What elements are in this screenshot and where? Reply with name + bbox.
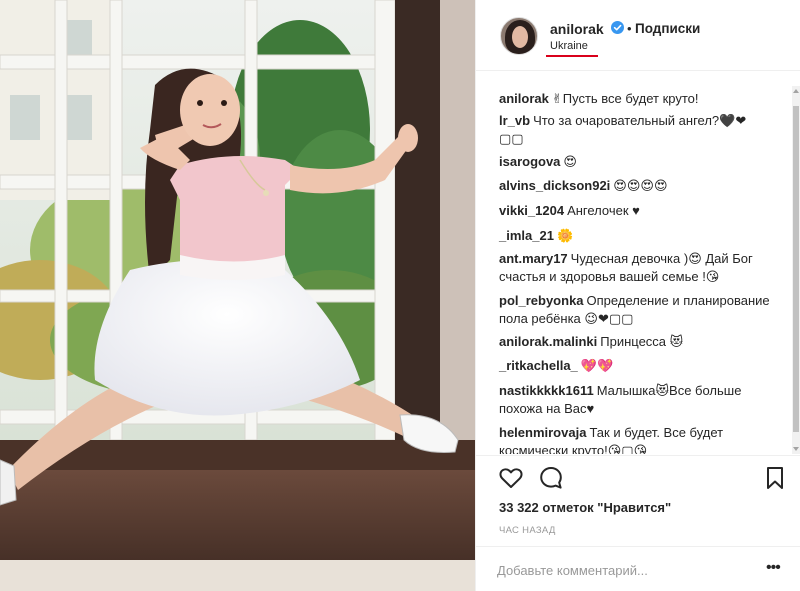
list-item: pol_rebyonka Определение и планирование п… <box>499 292 771 328</box>
comment-text: Ангелочек ♥ <box>567 203 640 218</box>
comment-bubble-icon[interactable] <box>538 465 564 491</box>
comment-username[interactable]: _ritkachella_ <box>499 358 578 373</box>
scroll-up-arrow-icon[interactable] <box>793 89 799 93</box>
likes-count[interactable]: 33 322 отметок "Нравится" <box>499 500 671 515</box>
list-item: alvins_dickson92i 😍😍😍😍 <box>499 177 771 195</box>
comment-username[interactable]: alvins_dickson92i <box>499 178 610 193</box>
comment-username[interactable]: nastikkkkk1611 <box>499 383 594 398</box>
comment-username[interactable]: isarogova <box>499 154 560 169</box>
comment-text: Принцесса 😻 <box>600 334 684 349</box>
list-item: helenmirovaja Так и будет. Все будет косм… <box>499 424 771 454</box>
comment-input[interactable] <box>497 561 747 579</box>
list-item: _imla_21 🌼 <box>499 227 771 245</box>
more-options-icon[interactable]: ••• <box>766 559 781 577</box>
location-underline <box>546 55 598 57</box>
header-separator: • <box>627 21 632 36</box>
list-item: _ritkachella_ 💖💖 <box>499 357 771 375</box>
list-item: isarogova 😍 <box>499 153 771 171</box>
list-item: anilorak.malinki Принцесса 😻 <box>499 333 771 351</box>
comment-username[interactable]: pol_rebyonka <box>499 293 584 308</box>
heart-icon[interactable] <box>498 465 524 491</box>
comment-username[interactable]: _imla_21 <box>499 228 554 243</box>
comments-scrollbar[interactable] <box>792 86 800 454</box>
comment-username[interactable]: anilorak.malinki <box>499 334 597 349</box>
comments-list: anilorak ✌Пусть все будет круто! lr_vb Что… <box>476 82 791 454</box>
post-timestamp[interactable]: ЧАС НАЗАД <box>499 525 556 536</box>
header-username[interactable]: anilorak <box>550 21 604 37</box>
comment-username[interactable]: lr_vb <box>499 113 530 128</box>
add-comment-bar: ••• <box>476 546 800 591</box>
comment-text: 🌼 <box>556 228 574 243</box>
photo-illustration <box>0 0 475 591</box>
comment-username[interactable]: vikki_1204 <box>499 203 564 218</box>
bookmark-icon[interactable] <box>762 465 788 491</box>
location-link[interactable]: Ukraine <box>550 40 588 52</box>
list-item: anilorak ✌Пусть все будет круто! <box>499 90 771 108</box>
scroll-thumb[interactable] <box>793 106 799 432</box>
comment-text: 😍 <box>563 154 577 169</box>
list-item: lr_vb Что за очаровательный ангел?🖤❤ ▢▢ <box>499 112 771 148</box>
verified-badge-icon <box>611 21 624 34</box>
post-actions: 33 322 отметок "Нравится" ЧАС НАЗАД <box>476 455 800 545</box>
list-item: vikki_1204 Ангелочек ♥ <box>499 202 771 220</box>
comment-text: 😍😍😍😍 <box>613 178 668 193</box>
comment-text: Что за очаровательный ангел?🖤❤ ▢▢ <box>499 113 747 146</box>
comment-text: ✌Пусть все будет круто! <box>551 91 699 106</box>
scroll-down-arrow-icon[interactable] <box>793 447 799 451</box>
comment-username[interactable]: anilorak <box>499 91 549 106</box>
post-photo[interactable] <box>0 0 475 591</box>
post-header: anilorak • Подписки Ukraine <box>476 0 800 71</box>
list-item: ant.mary17 Чудесная девочка )😍 Дай Бог сч… <box>499 250 771 286</box>
list-item: nastikkkkk1611 Малышка😻Все больше похожа … <box>499 382 771 418</box>
comment-username[interactable]: helenmirovaja <box>499 425 586 440</box>
comment-text: 💖💖 <box>580 358 614 373</box>
post-side-panel: anilorak • Подписки Ukraine anilorak ✌Пус… <box>475 0 800 591</box>
comment-username[interactable]: ant.mary17 <box>499 251 568 266</box>
avatar[interactable] <box>500 17 538 55</box>
follow-button[interactable]: Подписки <box>635 21 700 36</box>
